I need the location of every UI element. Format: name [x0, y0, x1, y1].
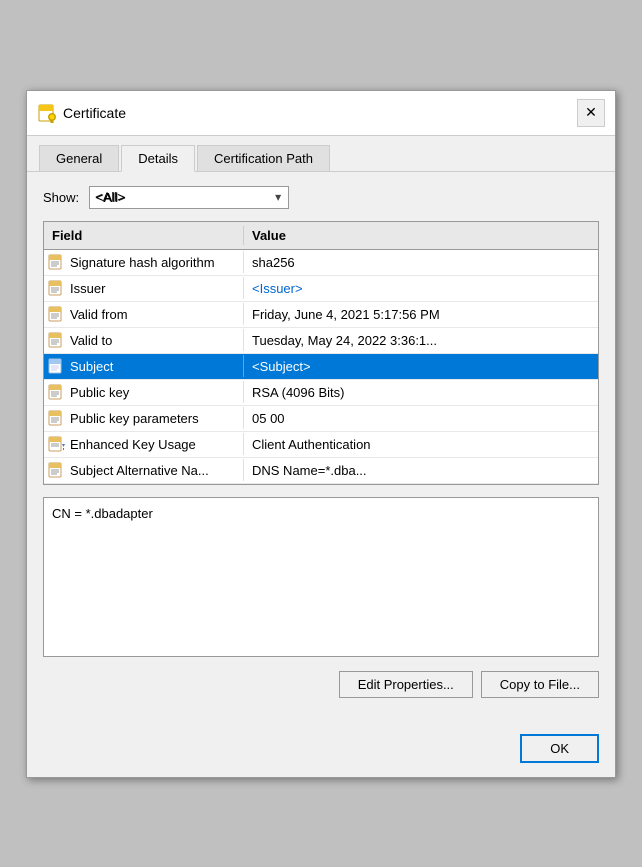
cert-field-icon — [48, 410, 66, 426]
content-area: Show: <All> <All> Field Value — [27, 172, 615, 726]
row-field: Signature hash algorithm — [44, 251, 244, 273]
table-row[interactable]: Enhanced Key Usage Client Authentication — [44, 432, 598, 458]
copy-to-file-button[interactable]: Copy to File... — [481, 671, 599, 698]
tab-certification-path[interactable]: Certification Path — [197, 145, 330, 172]
edit-properties-button[interactable]: Edit Properties... — [339, 671, 473, 698]
cert-field-icon-download — [48, 436, 66, 452]
detail-text: CN = *.dbadapter — [52, 506, 153, 521]
cert-field-icon — [48, 358, 66, 374]
show-select[interactable]: <All> — [89, 186, 289, 209]
cert-field-icon — [48, 280, 66, 296]
ok-button[interactable]: OK — [520, 734, 599, 763]
cert-field-icon — [48, 254, 66, 270]
row-value-issuer: <Issuer> — [244, 278, 598, 299]
close-button[interactable]: ✕ — [577, 99, 605, 127]
cert-field-icon — [48, 332, 66, 348]
row-value: 05 00 — [244, 408, 598, 429]
title-bar-left: Certificate — [37, 103, 126, 123]
field-column-header: Field — [44, 226, 244, 245]
row-field: Valid from — [44, 303, 244, 325]
show-select-wrapper[interactable]: <All> <All> — [89, 186, 289, 209]
dialog-title: Certificate — [63, 105, 126, 121]
show-row: Show: <All> <All> — [43, 186, 599, 209]
table-row[interactable]: Issuer <Issuer> — [44, 276, 598, 302]
row-value: DNS Name=*.dba... — [244, 460, 598, 481]
certificate-dialog: Certificate ✕ General Details Certificat… — [26, 90, 616, 778]
tab-general[interactable]: General — [39, 145, 119, 172]
row-value: Friday, June 4, 2021 5:17:56 PM — [244, 304, 598, 325]
action-buttons: Edit Properties... Copy to File... — [43, 671, 599, 698]
value-column-header: Value — [244, 226, 598, 245]
row-value: Client Authentication — [244, 434, 598, 455]
show-label: Show: — [43, 190, 79, 205]
row-value: <Subject> — [244, 356, 598, 377]
cert-field-icon — [48, 306, 66, 322]
detail-box: CN = *.dbadapter — [43, 497, 599, 657]
row-field: Subject — [44, 355, 244, 377]
table-row[interactable]: Signature hash algorithm sha256 — [44, 250, 598, 276]
title-bar: Certificate ✕ — [27, 91, 615, 136]
ok-row: OK — [27, 726, 615, 777]
table-scroll[interactable]: Signature hash algorithm sha256 — [44, 250, 598, 484]
tab-bar: General Details Certification Path — [27, 136, 615, 172]
cert-field-icon — [48, 462, 66, 478]
row-field: Subject Alternative Na... — [44, 459, 244, 481]
row-value: Tuesday, May 24, 2022 3:36:1... — [244, 330, 598, 351]
table-row[interactable]: Public key parameters 05 00 — [44, 406, 598, 432]
table-row[interactable]: Valid to Tuesday, May 24, 2022 3:36:1... — [44, 328, 598, 354]
row-field: Valid to — [44, 329, 244, 351]
row-field: Enhanced Key Usage — [44, 433, 244, 455]
row-value: sha256 — [244, 252, 598, 273]
cert-field-icon — [48, 384, 66, 400]
row-value: RSA (4096 Bits) — [244, 382, 598, 403]
field-table: Field Value Signature hash algorith — [43, 221, 599, 485]
row-field: Public key parameters — [44, 407, 244, 429]
table-header: Field Value — [44, 222, 598, 250]
row-field: Issuer — [44, 277, 244, 299]
table-row-selected[interactable]: Subject <Subject> — [44, 354, 598, 380]
tab-details[interactable]: Details — [121, 145, 195, 172]
table-row[interactable]: Valid from Friday, June 4, 2021 5:17:56 … — [44, 302, 598, 328]
cert-title-icon — [37, 103, 57, 123]
row-field: Public key — [44, 381, 244, 403]
table-row[interactable]: Subject Alternative Na... DNS Name=*.dba… — [44, 458, 598, 484]
table-row[interactable]: Public key RSA (4096 Bits) — [44, 380, 598, 406]
